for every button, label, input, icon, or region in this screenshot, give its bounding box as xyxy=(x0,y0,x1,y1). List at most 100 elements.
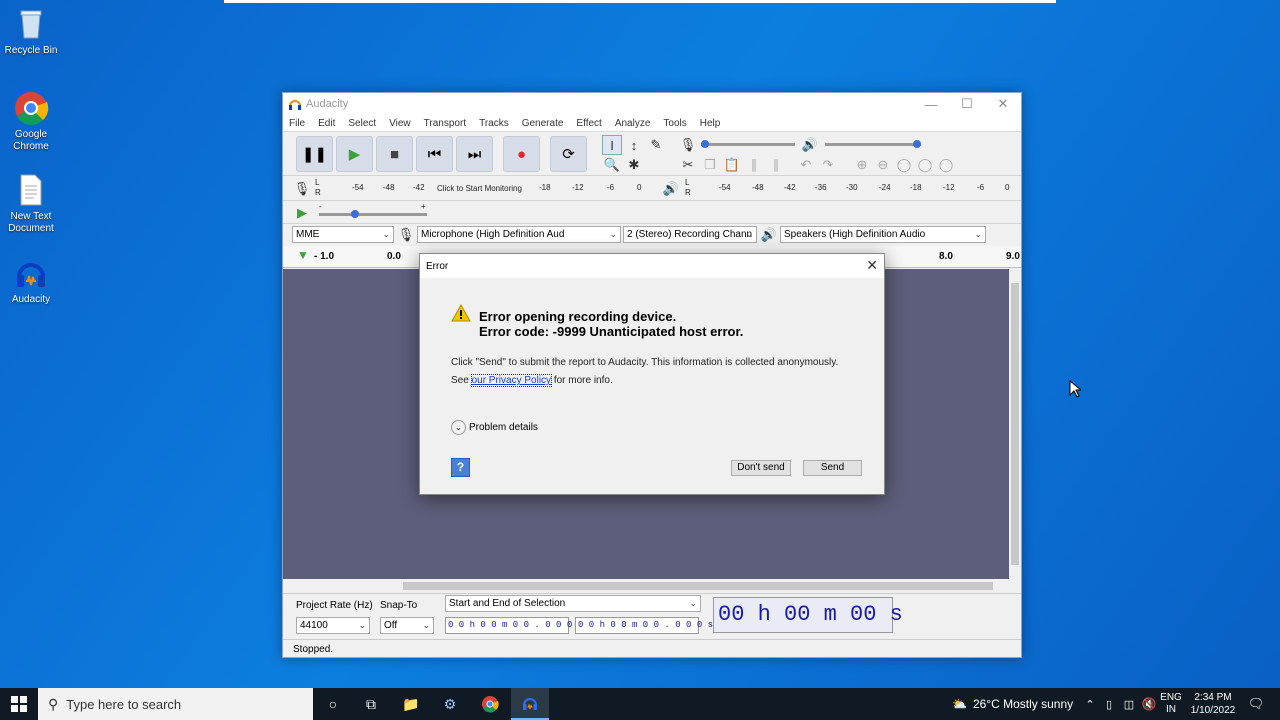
vertical-scrollbar[interactable] xyxy=(1009,269,1021,579)
menu-edit[interactable]: Edit xyxy=(318,118,335,129)
dialog-close-button[interactable]: ✕ xyxy=(866,257,878,274)
menu-generate[interactable]: Generate xyxy=(522,118,564,129)
menu-transport[interactable]: Transport xyxy=(424,118,466,129)
menu-view[interactable]: View xyxy=(389,118,411,129)
record-volume-slider[interactable] xyxy=(701,140,795,148)
menu-tools[interactable]: Tools xyxy=(663,118,686,129)
play-tick: 0 xyxy=(1005,183,1010,192)
send-button[interactable]: Send xyxy=(803,460,862,476)
selection-start-time[interactable]: 0 0 h 0 0 m 0 0 . 0 0 0 s xyxy=(445,617,583,634)
menu-tracks[interactable]: Tracks xyxy=(479,118,509,129)
start-monitoring[interactable]: Click to Start Monitoring xyxy=(437,184,522,193)
playback-speed-slider[interactable] xyxy=(319,210,427,218)
playback-volume-icon: 🔊 xyxy=(801,137,819,152)
play-button[interactable]: ▶ xyxy=(336,136,373,172)
selection-tool[interactable]: I xyxy=(602,135,622,155)
language-indicator[interactable]: ENG IN xyxy=(1159,688,1183,720)
desktop-icon-audacity[interactable]: Audacity xyxy=(0,255,62,306)
chrome-taskbar-button[interactable] xyxy=(472,688,508,720)
play-at-speed-button[interactable]: ▶ xyxy=(292,203,312,223)
silence-button[interactable]: ∥ xyxy=(766,155,786,175)
pencil-icon: ✎ xyxy=(650,137,662,152)
undo-button[interactable]: ↶ xyxy=(796,155,816,175)
clock[interactable]: 2:34 PM 1/10/2022 xyxy=(1187,688,1239,720)
chevron-down-icon: ⌄ xyxy=(358,620,366,630)
weather-widget[interactable]: ⛅ 26°C Mostly sunny xyxy=(952,688,1077,720)
envelope-tool[interactable]: ↕ xyxy=(624,135,644,155)
cut-button[interactable]: ✂ xyxy=(678,155,698,175)
search-icon: ⚲ xyxy=(48,695,59,712)
chevron-down-icon: ⌄ xyxy=(382,229,390,239)
scroll-thumb[interactable] xyxy=(403,582,993,590)
zoom-toggle-button[interactable]: ◯ xyxy=(936,155,956,175)
selection-end-time[interactable]: 0 0 h 0 0 m 0 0 . 0 0 0 s xyxy=(575,617,713,634)
record-button[interactable]: ● xyxy=(503,136,540,172)
desktop-icon-new-text-document[interactable]: New Text Document xyxy=(0,172,62,235)
taskbar-search-box[interactable]: ⚲ Type here to search xyxy=(38,688,313,720)
tray-device-icon[interactable]: ▯ xyxy=(1101,688,1117,720)
playback-volume-slider[interactable] xyxy=(825,140,921,148)
audacity-taskbar-button[interactable] xyxy=(511,688,549,720)
playback-device-select[interactable]: Speakers (High Definition Audio ⌄ xyxy=(780,226,986,243)
ruler-label: 0.0 xyxy=(387,251,401,262)
tray-expand-button[interactable]: ⌃ xyxy=(1082,688,1098,720)
volume-muted-icon[interactable]: 🔇 xyxy=(1140,688,1158,720)
menu-help[interactable]: Help xyxy=(700,118,721,129)
pause-button[interactable]: ❚❚ xyxy=(296,136,333,172)
selection-mode-select[interactable]: Start and End of Selection ⌄ xyxy=(445,595,701,612)
cortana-button[interactable]: ○ xyxy=(316,688,350,720)
copy-button[interactable]: ❐ xyxy=(700,155,720,175)
skip-start-button[interactable]: ⏮ xyxy=(416,136,453,172)
problem-details-toggle[interactable]: ⌄ Problem details xyxy=(451,420,538,435)
privacy-policy-link[interactable]: our Privacy Policy xyxy=(470,374,553,387)
loop-icon: ⟳ xyxy=(562,146,575,163)
multi-tool[interactable]: ✱ xyxy=(624,155,644,175)
horizontal-scrollbar[interactable] xyxy=(389,579,1009,593)
audacity-icon xyxy=(17,263,45,287)
menu-analyze[interactable]: Analyze xyxy=(615,118,651,129)
minimize-button[interactable]: — xyxy=(913,97,949,112)
settings-taskbar-button[interactable]: ⚙ xyxy=(433,688,467,720)
desktop-icon-recycle-bin[interactable]: Recycle Bin xyxy=(0,6,62,57)
skip-end-button[interactable]: ⏭ xyxy=(456,136,493,172)
menu-effect[interactable]: Effect xyxy=(576,118,601,129)
fit-project-button[interactable]: ◯ xyxy=(915,155,935,175)
meter-l: L xyxy=(315,178,320,187)
start-button[interactable] xyxy=(0,688,38,720)
undo-icon: ↶ xyxy=(800,157,812,172)
notifications-button[interactable]: 🗨 xyxy=(1242,688,1270,720)
recording-channels-select[interactable]: 2 (Stereo) Recording Chann ⌄ xyxy=(623,226,757,243)
zoom-tool[interactable]: 🔍 xyxy=(602,155,622,175)
zoom-in-button[interactable]: ⊕ xyxy=(852,155,872,175)
menu-select[interactable]: Select xyxy=(348,118,376,129)
trim-button[interactable]: ∥ xyxy=(744,155,764,175)
file-explorer-button[interactable]: 📁 xyxy=(394,688,428,720)
draw-tool[interactable]: ✎ xyxy=(646,135,666,155)
device-toolbar: MME ⌄ 🎙 Microphone (High Definition Aud ⌄ … xyxy=(283,225,1021,246)
loop-button[interactable]: ⟳ xyxy=(550,136,587,172)
recording-device-select[interactable]: Microphone (High Definition Aud ⌄ xyxy=(417,226,621,243)
snap-to-select[interactable]: Off ⌄ xyxy=(380,617,434,634)
close-button[interactable]: ✕ xyxy=(985,96,1021,112)
help-button[interactable]: ? xyxy=(451,458,470,477)
meter-r: R xyxy=(315,188,321,197)
stop-button[interactable]: ■ xyxy=(376,136,413,172)
scroll-thumb[interactable] xyxy=(1011,283,1019,565)
dont-send-button[interactable]: Don't send xyxy=(731,460,791,476)
maximize-button[interactable]: ☐ xyxy=(949,96,985,112)
project-rate-select[interactable]: 44100 ⌄ xyxy=(296,617,370,634)
record-meter-mic-icon: 🎙 xyxy=(293,181,311,196)
task-view-button[interactable]: ⧉ xyxy=(354,688,388,720)
clock-date: 1/10/2022 xyxy=(1190,705,1236,716)
paste-button[interactable]: 📋 xyxy=(722,155,742,175)
play-tick: -42 xyxy=(784,183,796,192)
zoom-out-button[interactable]: ⊖ xyxy=(873,155,893,175)
audio-position-time[interactable]: 00 h 00 m 00 s xyxy=(713,597,903,633)
redo-button[interactable]: ↷ xyxy=(818,155,838,175)
menu-file[interactable]: File xyxy=(289,118,305,129)
fit-selection-button[interactable]: ◯ xyxy=(894,155,914,175)
desktop-label: Google Chrome xyxy=(13,129,49,152)
audio-host-select[interactable]: MME ⌄ xyxy=(292,226,394,243)
desktop-icon-chrome[interactable]: Google Chrome xyxy=(0,90,62,153)
network-icon[interactable]: ◫ xyxy=(1120,688,1138,720)
